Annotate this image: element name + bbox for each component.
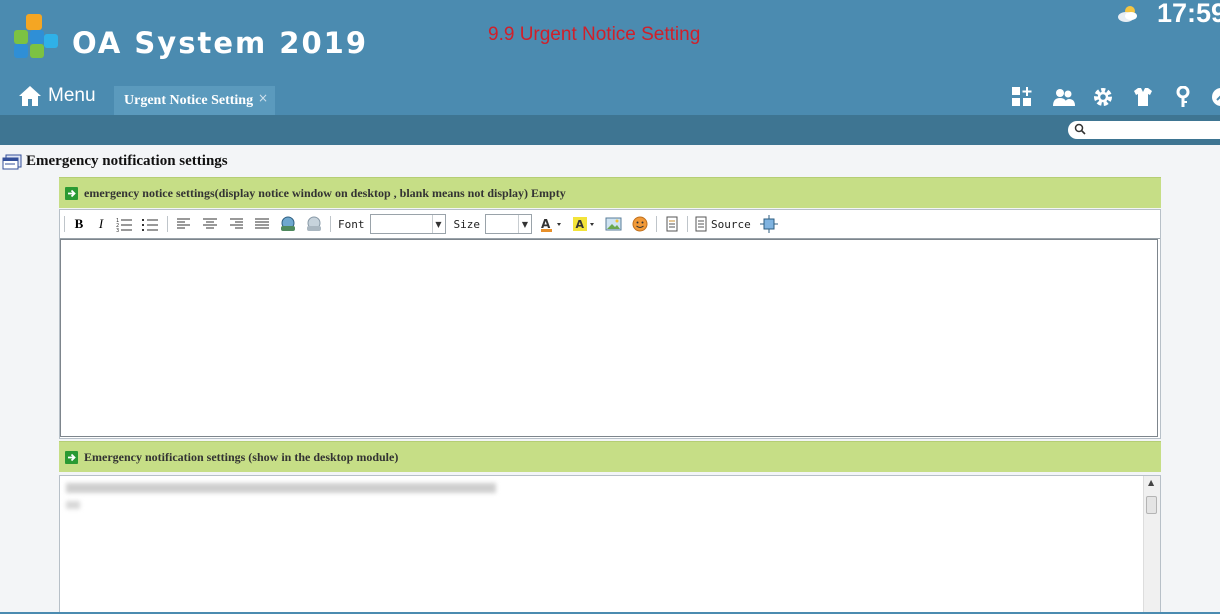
tab-urgent-notice-setting[interactable]: Urgent Notice Setting ×	[114, 86, 276, 115]
editor-content-area[interactable]	[60, 239, 1158, 437]
key-icon[interactable]	[1172, 86, 1194, 108]
arrow-right-icon	[65, 450, 78, 464]
ordered-list-icon[interactable]: 123	[115, 214, 135, 234]
menu-button[interactable]: Menu	[18, 83, 96, 109]
sub-header-bar	[0, 115, 1220, 145]
font-select[interactable]: ▼	[369, 214, 446, 234]
settings-window-icon	[2, 154, 22, 169]
section-title: Emergency notification settings (show in…	[84, 449, 399, 464]
add-module-icon[interactable]	[1011, 86, 1033, 108]
font-label: Font	[338, 217, 365, 231]
page-title: Emergency notification settings	[2, 153, 228, 170]
page-title-text: Emergency notification settings	[26, 153, 228, 169]
search-icon	[1074, 123, 1086, 135]
toolbar-separator	[167, 216, 168, 232]
page-caption: 9.9 Urgent Notice Setting	[488, 24, 701, 45]
logout-icon[interactable]	[1210, 86, 1220, 108]
align-right-icon[interactable]	[226, 214, 246, 234]
toolbar-separator	[64, 216, 65, 232]
desktop-module-textarea[interactable]: ▲	[59, 475, 1161, 614]
paste-text-icon[interactable]	[663, 214, 681, 234]
blurred-line	[66, 501, 80, 509]
top-header: OA System 2019 9.9 Urgent Notice Setting…	[0, 0, 1220, 115]
menu-label: Menu	[48, 85, 96, 106]
home-icon	[19, 86, 41, 106]
emoticon-icon[interactable]	[630, 214, 650, 234]
chevron-down-icon: ▼	[518, 215, 531, 233]
source-icon	[695, 216, 707, 232]
app-title: OA System 2019	[72, 26, 369, 60]
search-box[interactable]	[1068, 121, 1220, 139]
insert-link-icon[interactable]	[278, 214, 298, 234]
svg-text:A: A	[576, 218, 585, 231]
blurred-line	[66, 483, 496, 493]
align-justify-icon[interactable]	[252, 214, 272, 234]
maximize-icon[interactable]	[759, 214, 778, 234]
app-logo-icon	[14, 14, 58, 58]
source-label: Source	[711, 217, 751, 231]
section-header-desktop-window: emergency notice settings(display notice…	[59, 177, 1161, 208]
weather-icon	[1118, 6, 1137, 22]
size-label: Size	[453, 217, 481, 231]
section-header-desktop-module: Emergency notification settings (show in…	[59, 441, 1161, 472]
size-select[interactable]: ▼	[485, 214, 532, 234]
bold-button[interactable]: B	[71, 214, 87, 234]
unordered-list-icon[interactable]	[141, 214, 161, 234]
users-icon[interactable]	[1052, 86, 1076, 108]
svg-text:A: A	[541, 217, 551, 231]
toolbar-separator	[687, 216, 688, 232]
remove-link-icon[interactable]	[304, 214, 324, 234]
tab-label: Urgent Notice Setting	[124, 92, 254, 108]
clock: 17:59	[1157, 0, 1220, 28]
vertical-scrollbar[interactable]: ▲	[1143, 476, 1160, 613]
section-title: emergency notice settings(display notice…	[84, 185, 566, 200]
align-center-icon[interactable]	[200, 214, 220, 234]
blurred-content	[66, 480, 546, 509]
search-input[interactable]	[1088, 121, 1220, 139]
arrow-right-icon	[65, 186, 78, 200]
toolbar-separator	[656, 216, 657, 232]
chevron-down-icon: ▼	[431, 215, 445, 233]
source-button[interactable]: Source	[694, 214, 751, 234]
insert-image-icon[interactable]	[604, 214, 624, 234]
scroll-up-arrow-icon[interactable]: ▲	[1148, 478, 1154, 487]
toolbar-separator	[330, 216, 331, 232]
editor-toolbar: B I 123 Font ▼ Size ▼ A A Source	[60, 210, 1160, 239]
font-color-icon[interactable]: A	[540, 214, 566, 234]
shirt-icon[interactable]	[1132, 86, 1154, 108]
italic-button[interactable]: I	[93, 214, 109, 234]
scroll-thumb[interactable]	[1146, 496, 1157, 514]
background-color-icon[interactable]: A	[572, 214, 598, 234]
svg-text:3: 3	[116, 228, 119, 234]
tab-close-button[interactable]: ×	[258, 91, 268, 105]
align-left-icon[interactable]	[174, 214, 194, 234]
gear-icon[interactable]	[1092, 86, 1114, 108]
rich-text-editor: B I 123 Font ▼ Size ▼ A A Source	[59, 209, 1161, 439]
